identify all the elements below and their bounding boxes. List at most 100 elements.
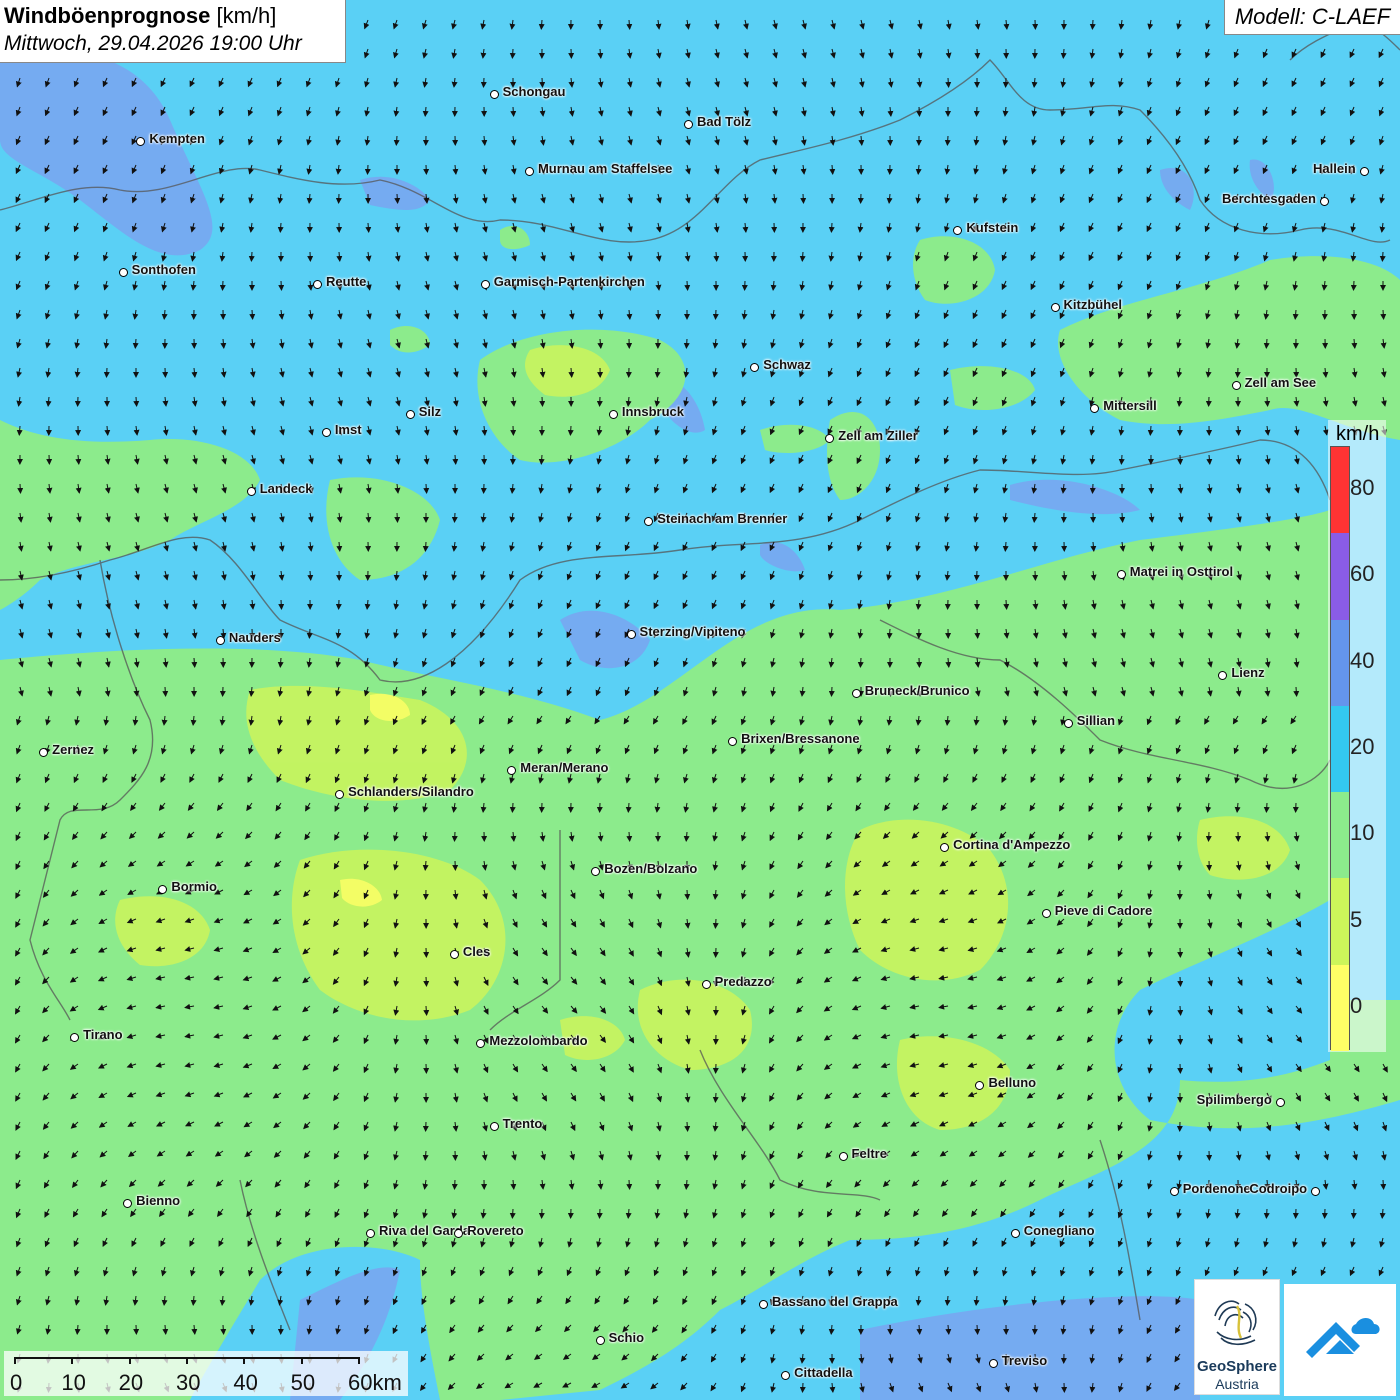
wind-arrow <box>451 512 458 523</box>
legend-segment <box>1331 792 1349 879</box>
city-label: Mezzolombardo <box>489 1033 588 1049</box>
city-marker[interactable] <box>489 1122 499 1132</box>
wind-arrow <box>1293 686 1300 697</box>
wind-arrow <box>278 280 285 291</box>
city-marker[interactable] <box>480 279 490 289</box>
wind-gust-map[interactable]: Schongau Bad Tölz Kempten Murnau am Staffel… <box>0 0 1400 1400</box>
wind-arrow <box>1380 1179 1387 1190</box>
legend-tick-label: 0 <box>1350 992 1363 1018</box>
wind-arrow <box>16 425 23 436</box>
city-marker[interactable] <box>838 1151 848 1161</box>
wind-arrow <box>1263 1208 1270 1219</box>
wind-arrow <box>944 135 951 146</box>
city-label: Cles <box>462 944 491 960</box>
wind-arrow <box>828 686 835 697</box>
city-label: Steinach am Brenner <box>657 511 788 527</box>
city-label: Kempten <box>149 131 205 147</box>
wind-arrow <box>306 628 313 639</box>
city-label: Innsbruck <box>621 404 684 420</box>
wind-arrow <box>248 251 255 262</box>
legend-segment <box>1331 964 1349 1051</box>
city-marker[interactable] <box>489 89 499 99</box>
legend-tick-label: 10 <box>1350 820 1375 846</box>
city-marker[interactable] <box>321 428 331 438</box>
city-marker[interactable] <box>118 267 128 277</box>
wind-arrow <box>277 222 284 233</box>
city-label: Brixen/Bressanone <box>741 730 860 746</box>
city-label: Kitzbühel <box>1063 297 1123 313</box>
city-label: Treviso <box>1001 1353 1048 1369</box>
wind-arrow <box>1350 1208 1357 1219</box>
wind-arrow <box>916 1324 923 1335</box>
wind-arrow <box>1060 48 1067 59</box>
city-label: Berchtesgaden <box>1222 190 1316 206</box>
city-marker[interactable] <box>449 950 459 960</box>
city-label: Hallein <box>1313 161 1356 177</box>
city-label: Schwaz <box>763 356 811 372</box>
wind-arrow <box>626 1179 633 1190</box>
city-marker[interactable] <box>1319 196 1329 206</box>
legend-segment <box>1331 447 1349 534</box>
city-marker[interactable] <box>1041 908 1051 918</box>
city-marker[interactable] <box>524 167 534 177</box>
city-marker[interactable] <box>683 119 693 129</box>
legend-tick-label: 60 <box>1350 561 1375 587</box>
wind-arrow <box>423 1005 430 1016</box>
legend-unit: km/h <box>1336 423 1380 445</box>
legend-tick-label: 40 <box>1350 647 1375 673</box>
wind-arrow <box>974 1324 981 1335</box>
model-label: Modell: C-LAEF <box>1224 0 1400 35</box>
city-marker[interactable] <box>1063 718 1073 728</box>
city-label: Bienno <box>136 1193 181 1209</box>
city-marker[interactable] <box>365 1228 375 1238</box>
city-marker[interactable] <box>595 1335 605 1345</box>
wind-arrow <box>799 1382 806 1393</box>
wind-arrow <box>249 309 256 320</box>
wind-arrow <box>539 396 546 407</box>
city-marker[interactable] <box>215 635 225 645</box>
wind-arrow <box>103 367 110 378</box>
geosphere-logo[interactable]: GeoSphere Austria <box>1194 1279 1280 1395</box>
wind-arrow <box>17 483 24 494</box>
city-label: Cortina d'Ampezzo <box>953 837 1071 853</box>
city-label: Nauders <box>228 629 281 645</box>
wind-arrow <box>538 454 545 465</box>
city-label: Predazzo <box>714 973 772 989</box>
wind-arrow <box>829 164 836 175</box>
weather-app-logo[interactable] <box>1284 1284 1396 1396</box>
city-marker[interactable] <box>728 736 738 746</box>
city-label: Schongau <box>502 83 566 99</box>
wind-arrow <box>684 280 691 291</box>
city-label: Bozen/Bolzano <box>604 861 698 877</box>
city-marker[interactable] <box>851 689 861 699</box>
legend-segment <box>1331 533 1349 620</box>
scale-tick <box>14 1357 16 1364</box>
city-marker[interactable] <box>335 789 345 799</box>
city-marker[interactable] <box>975 1080 985 1090</box>
city-marker[interactable] <box>405 410 415 420</box>
scale-tick <box>186 1357 188 1364</box>
city-marker[interactable] <box>1231 380 1241 390</box>
legend-tick-label: 5 <box>1350 906 1363 932</box>
wind-arrow <box>568 367 575 378</box>
city-marker[interactable] <box>312 279 322 289</box>
wind-arrow <box>1003 599 1010 610</box>
title-box: Windböenprognose [km/h] Mittwoch, 29.04.… <box>0 0 346 63</box>
city-marker[interactable] <box>1050 303 1060 313</box>
city-label: Zell am Ziller <box>838 427 918 443</box>
city-marker[interactable] <box>1359 167 1369 177</box>
city-label: Imst <box>334 422 362 438</box>
city-marker[interactable] <box>701 979 711 989</box>
wind-arrow <box>1119 512 1126 523</box>
city-marker[interactable] <box>750 362 760 372</box>
wind-arrow <box>973 106 980 117</box>
wind-arrow <box>626 19 633 30</box>
city-marker[interactable] <box>626 629 636 639</box>
city-marker[interactable] <box>1010 1228 1020 1238</box>
wind-arrow <box>365 222 372 233</box>
map-title: Windböenprognose [km/h] <box>4 3 277 28</box>
wind-arrow <box>278 599 285 610</box>
wind-arrow <box>1089 483 1096 494</box>
wind-arrow <box>626 831 633 842</box>
scale-label: 40 <box>233 1370 258 1395</box>
